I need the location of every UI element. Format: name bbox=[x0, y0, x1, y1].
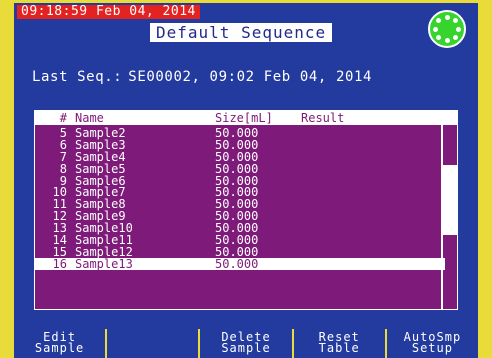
gear-status-icon bbox=[428, 10, 466, 48]
last-sequence-label: Last Seq.: bbox=[32, 69, 123, 85]
row-size: 50.000 bbox=[215, 149, 259, 164]
reset-table-button[interactable]: Reset Table bbox=[294, 329, 387, 358]
row-name: Sample5 bbox=[75, 161, 126, 176]
status-icon-dot bbox=[433, 26, 438, 32]
table-row[interactable]: 15 Sample12 50.000 bbox=[35, 246, 445, 258]
instrument-screen: 09:18:59 Feb 04, 2014 Default Sequence L… bbox=[14, 3, 478, 358]
row-name: Sample4 bbox=[75, 149, 126, 164]
status-icon-dot bbox=[436, 34, 442, 40]
status-icon-dot bbox=[444, 15, 450, 20]
row-size: 50.000 bbox=[215, 161, 259, 176]
delete-sample-button[interactable]: Delete Sample bbox=[200, 329, 294, 358]
status-icon-dot bbox=[456, 26, 461, 32]
column-header-result: Result bbox=[301, 111, 345, 125]
status-icon-dot bbox=[452, 18, 458, 24]
row-size: 50.000 bbox=[215, 256, 259, 271]
autosmp-setup-button[interactable]: AutoSmp Setup bbox=[387, 329, 478, 358]
sample-table: # Name Size[mL] Result 5 Sample2 50.000 6 Sa… bbox=[34, 110, 458, 310]
status-icon-dot bbox=[444, 38, 450, 43]
table-row[interactable]: 16 Sample13 50.000 bbox=[35, 256, 445, 271]
row-name: Sample13 bbox=[75, 256, 133, 271]
last-sequence-info: Last Seq.: SE00002, 09:02 Feb 04, 2014 bbox=[32, 69, 372, 85]
status-icon-dot bbox=[436, 18, 442, 24]
softkey-bar: Edit Sample Delete Sample Reset Table AutoS… bbox=[14, 329, 478, 358]
scrollbar[interactable] bbox=[441, 125, 457, 309]
status-icon-dot bbox=[452, 34, 458, 40]
column-header-number: # bbox=[59, 111, 67, 125]
table-row[interactable]: 7 Sample4 50.000 bbox=[35, 151, 445, 163]
last-sequence-value: SE00002, 09:02 Feb 04, 2014 bbox=[128, 69, 373, 85]
row-number: 7 bbox=[59, 149, 67, 164]
sequence-title: Default Sequence bbox=[150, 23, 333, 42]
row-number: 16 bbox=[52, 256, 67, 271]
edit-sample-button[interactable]: Edit Sample bbox=[14, 329, 108, 358]
blank-button[interactable] bbox=[107, 329, 201, 358]
scrollbar-thumb[interactable] bbox=[443, 165, 457, 235]
table-row[interactable]: 6 Sample3 50.000 bbox=[35, 139, 445, 151]
column-header-name: Name bbox=[75, 111, 104, 125]
table-row[interactable]: 8 Sample5 50.000 bbox=[35, 163, 445, 175]
row-number: 8 bbox=[59, 161, 67, 176]
column-header-size: Size[mL] bbox=[215, 111, 273, 125]
table-header: # Name Size[mL] Result bbox=[35, 111, 457, 125]
table-body: 5 Sample2 50.000 6 Sample3 50.000 7 Sample4 50.0… bbox=[35, 127, 445, 270]
clock-display: 09:18:59 Feb 04, 2014 bbox=[17, 5, 200, 19]
